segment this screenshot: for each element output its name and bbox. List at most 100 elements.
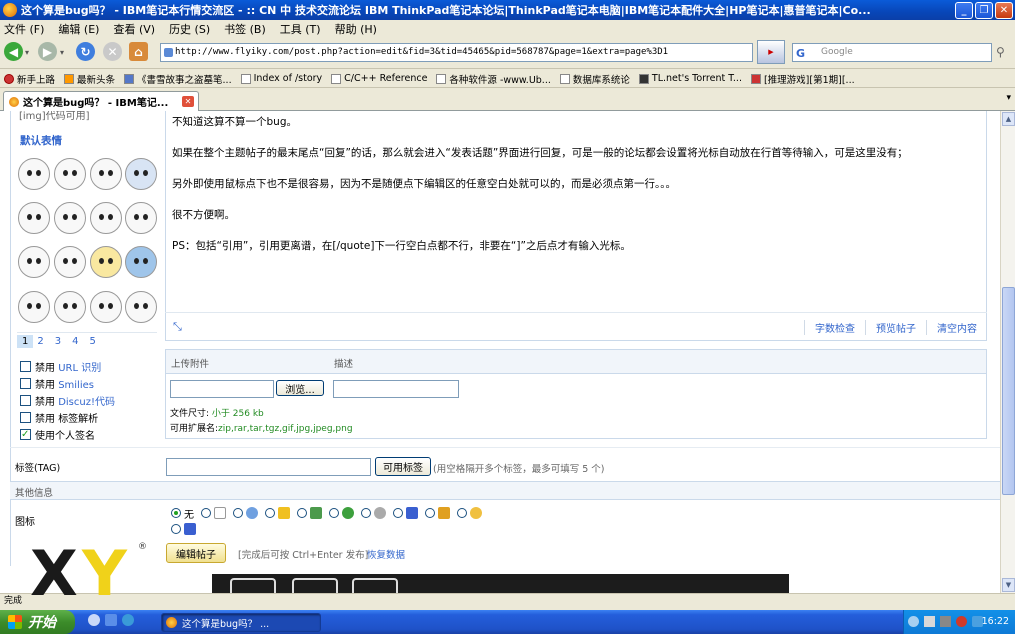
bookmark-item[interactable]: 新手上路 [4,72,55,86]
bookmark-item[interactable]: 最新头条 [64,72,115,86]
scroll-thumb[interactable] [1002,287,1015,495]
tray-security-icon[interactable] [956,616,967,627]
menu-help[interactable]: 帮助 (H) [335,21,377,37]
bookmark-item[interactable]: TL.net's Torrent T... [638,73,742,84]
attachment-file-input[interactable] [170,380,274,398]
icon-radio[interactable] [361,508,371,518]
emoticon-page-3[interactable]: 3 [55,336,61,347]
tab-close-icon[interactable]: ✕ [182,96,194,107]
reload-icon[interactable]: ↻ [76,42,95,61]
emoticon-8-icon[interactable] [125,202,157,234]
close-button[interactable]: ✕ [995,1,1013,19]
scroll-down-icon[interactable]: ▼ [1002,578,1015,592]
tray-network-icon[interactable] [908,616,919,627]
editor-footer: ⤡ 字数检查 预览帖子 清空内容 [165,312,987,341]
menu-bookmarks[interactable]: 书签 (B) [224,21,266,37]
quicklaunch-desktop-icon[interactable] [105,614,117,626]
minimize-button[interactable]: _ [955,1,973,19]
tags-input[interactable] [166,458,371,476]
emoticon-12-icon[interactable] [125,246,157,278]
emoticon-page-5[interactable]: 5 [90,336,96,347]
search-icon[interactable]: ⚲ [996,45,1005,59]
checkbox[interactable] [20,378,31,389]
option-disable-tags[interactable]: 禁用 标签解析 [20,411,115,428]
resize-icon[interactable]: ⤡ [173,320,182,334]
emoticon-6-icon[interactable] [54,202,86,234]
checkbox[interactable] [20,395,31,406]
word-count-button[interactable]: 字数检查 [804,319,865,335]
quicklaunch-media-icon[interactable] [122,614,134,626]
back-icon[interactable]: ◀ [4,42,23,61]
search-input[interactable]: Google [792,43,992,62]
maximize-button[interactable]: ❐ [975,1,993,19]
available-tags-button[interactable]: 可用标签 [375,457,431,476]
icon-radio[interactable] [233,508,243,518]
bookmark-item[interactable]: C/C++ Reference [331,73,427,84]
editor-textarea[interactable]: 不知道这算不算一个bug。 如果在整个主题帖子的最末尾点“回复”的话，那么就会进… [165,111,987,341]
taskbar-item-firefox[interactable]: 这个算是bug吗？ ... [161,613,321,632]
bookmark-item[interactable]: [推理游戏][第1期][... [750,72,855,86]
forward-dropdown-icon[interactable]: ▾ [60,48,64,57]
bookmark-item[interactable]: Index of /story [240,73,322,84]
icon-radio[interactable] [425,508,435,518]
emoticon-13-icon[interactable] [18,291,50,323]
menu-history[interactable]: 历史 (S) [169,21,210,37]
emoticon-16-icon[interactable] [125,291,157,323]
icon-radio[interactable] [171,524,181,534]
tray-app-icon[interactable] [924,616,935,627]
emoticon-9-icon[interactable] [18,246,50,278]
option-disable-discuz-code[interactable]: 禁用 Discuz!代码 [20,394,115,411]
checkbox[interactable] [20,361,31,372]
emoticon-5-icon[interactable] [18,202,50,234]
emoticon-4-icon[interactable] [125,158,157,190]
emoticon-page-2[interactable]: 2 [37,336,43,347]
checkbox-checked[interactable] [20,427,31,443]
emoticon-3-icon[interactable] [90,158,122,190]
emoticon-15-icon[interactable] [90,291,122,323]
emoticon-1-icon[interactable] [18,158,50,190]
emoticon-14-icon[interactable] [54,291,86,323]
menu-edit[interactable]: 编辑 (E) [58,21,99,37]
bookmark-item[interactable]: 数据库系统论 [559,72,630,86]
preview-button[interactable]: 预览帖子 [865,319,926,335]
bookmark-item[interactable]: 《書雪故事之盗墓笔... [124,72,232,86]
restore-data-link[interactable]: 恢复数据 [367,547,405,561]
attachment-file-header: 上传附件 [171,359,210,370]
icon-radio[interactable] [265,508,275,518]
menu-view[interactable]: 查看 (V) [113,21,155,37]
stop-icon[interactable]: ✕ [103,42,122,61]
emoticon-page-4[interactable]: 4 [72,336,78,347]
emoticon-11-icon[interactable] [90,246,122,278]
forward-icon[interactable]: ▶ [38,42,57,61]
option-use-signature[interactable]: 使用个人签名 [20,427,115,445]
checkbox[interactable] [20,412,31,423]
option-disable-url[interactable]: 禁用 URL 识别 [20,360,115,377]
option-disable-smilies[interactable]: 禁用 Smilies [20,377,115,394]
back-dropdown-icon[interactable]: ▾ [25,48,29,57]
browse-button[interactable]: 浏览... [276,380,324,396]
tab-list-icon[interactable]: ▾ [1006,93,1011,103]
icon-radio[interactable] [393,508,403,518]
emoticon-2-icon[interactable] [54,158,86,190]
emoticon-10-icon[interactable] [54,246,86,278]
menu-file[interactable]: 文件 (F) [4,21,44,37]
icon-radio[interactable] [201,508,211,518]
go-icon[interactable]: ▶ [757,40,785,64]
quicklaunch-ie-icon[interactable] [88,614,100,626]
home-icon[interactable]: ⌂ [129,42,148,61]
emoticon-page-1[interactable]: 1 [17,335,34,348]
icon-radio[interactable] [457,508,467,518]
bookmark-item[interactable]: 各种软件源 -www.Ub... [436,72,551,86]
clear-button[interactable]: 清空内容 [926,319,987,335]
icon-radio-none[interactable] [171,508,181,518]
icon-radio[interactable] [329,508,339,518]
attachment-desc-input[interactable] [333,380,459,398]
tray-device-icon[interactable] [940,616,951,627]
vertical-scrollbar[interactable]: ▲ ▼ [1000,111,1015,593]
icon-radio[interactable] [297,508,307,518]
tab-active[interactable]: 这个算是bug吗？ - IBM笔记... ✕ [3,91,199,111]
menu-tools[interactable]: 工具 (T) [280,21,321,37]
scroll-up-icon[interactable]: ▲ [1002,112,1015,126]
url-bar[interactable]: http://www.flyiky.com/post.php?action=ed… [160,43,753,62]
emoticon-7-icon[interactable] [90,202,122,234]
